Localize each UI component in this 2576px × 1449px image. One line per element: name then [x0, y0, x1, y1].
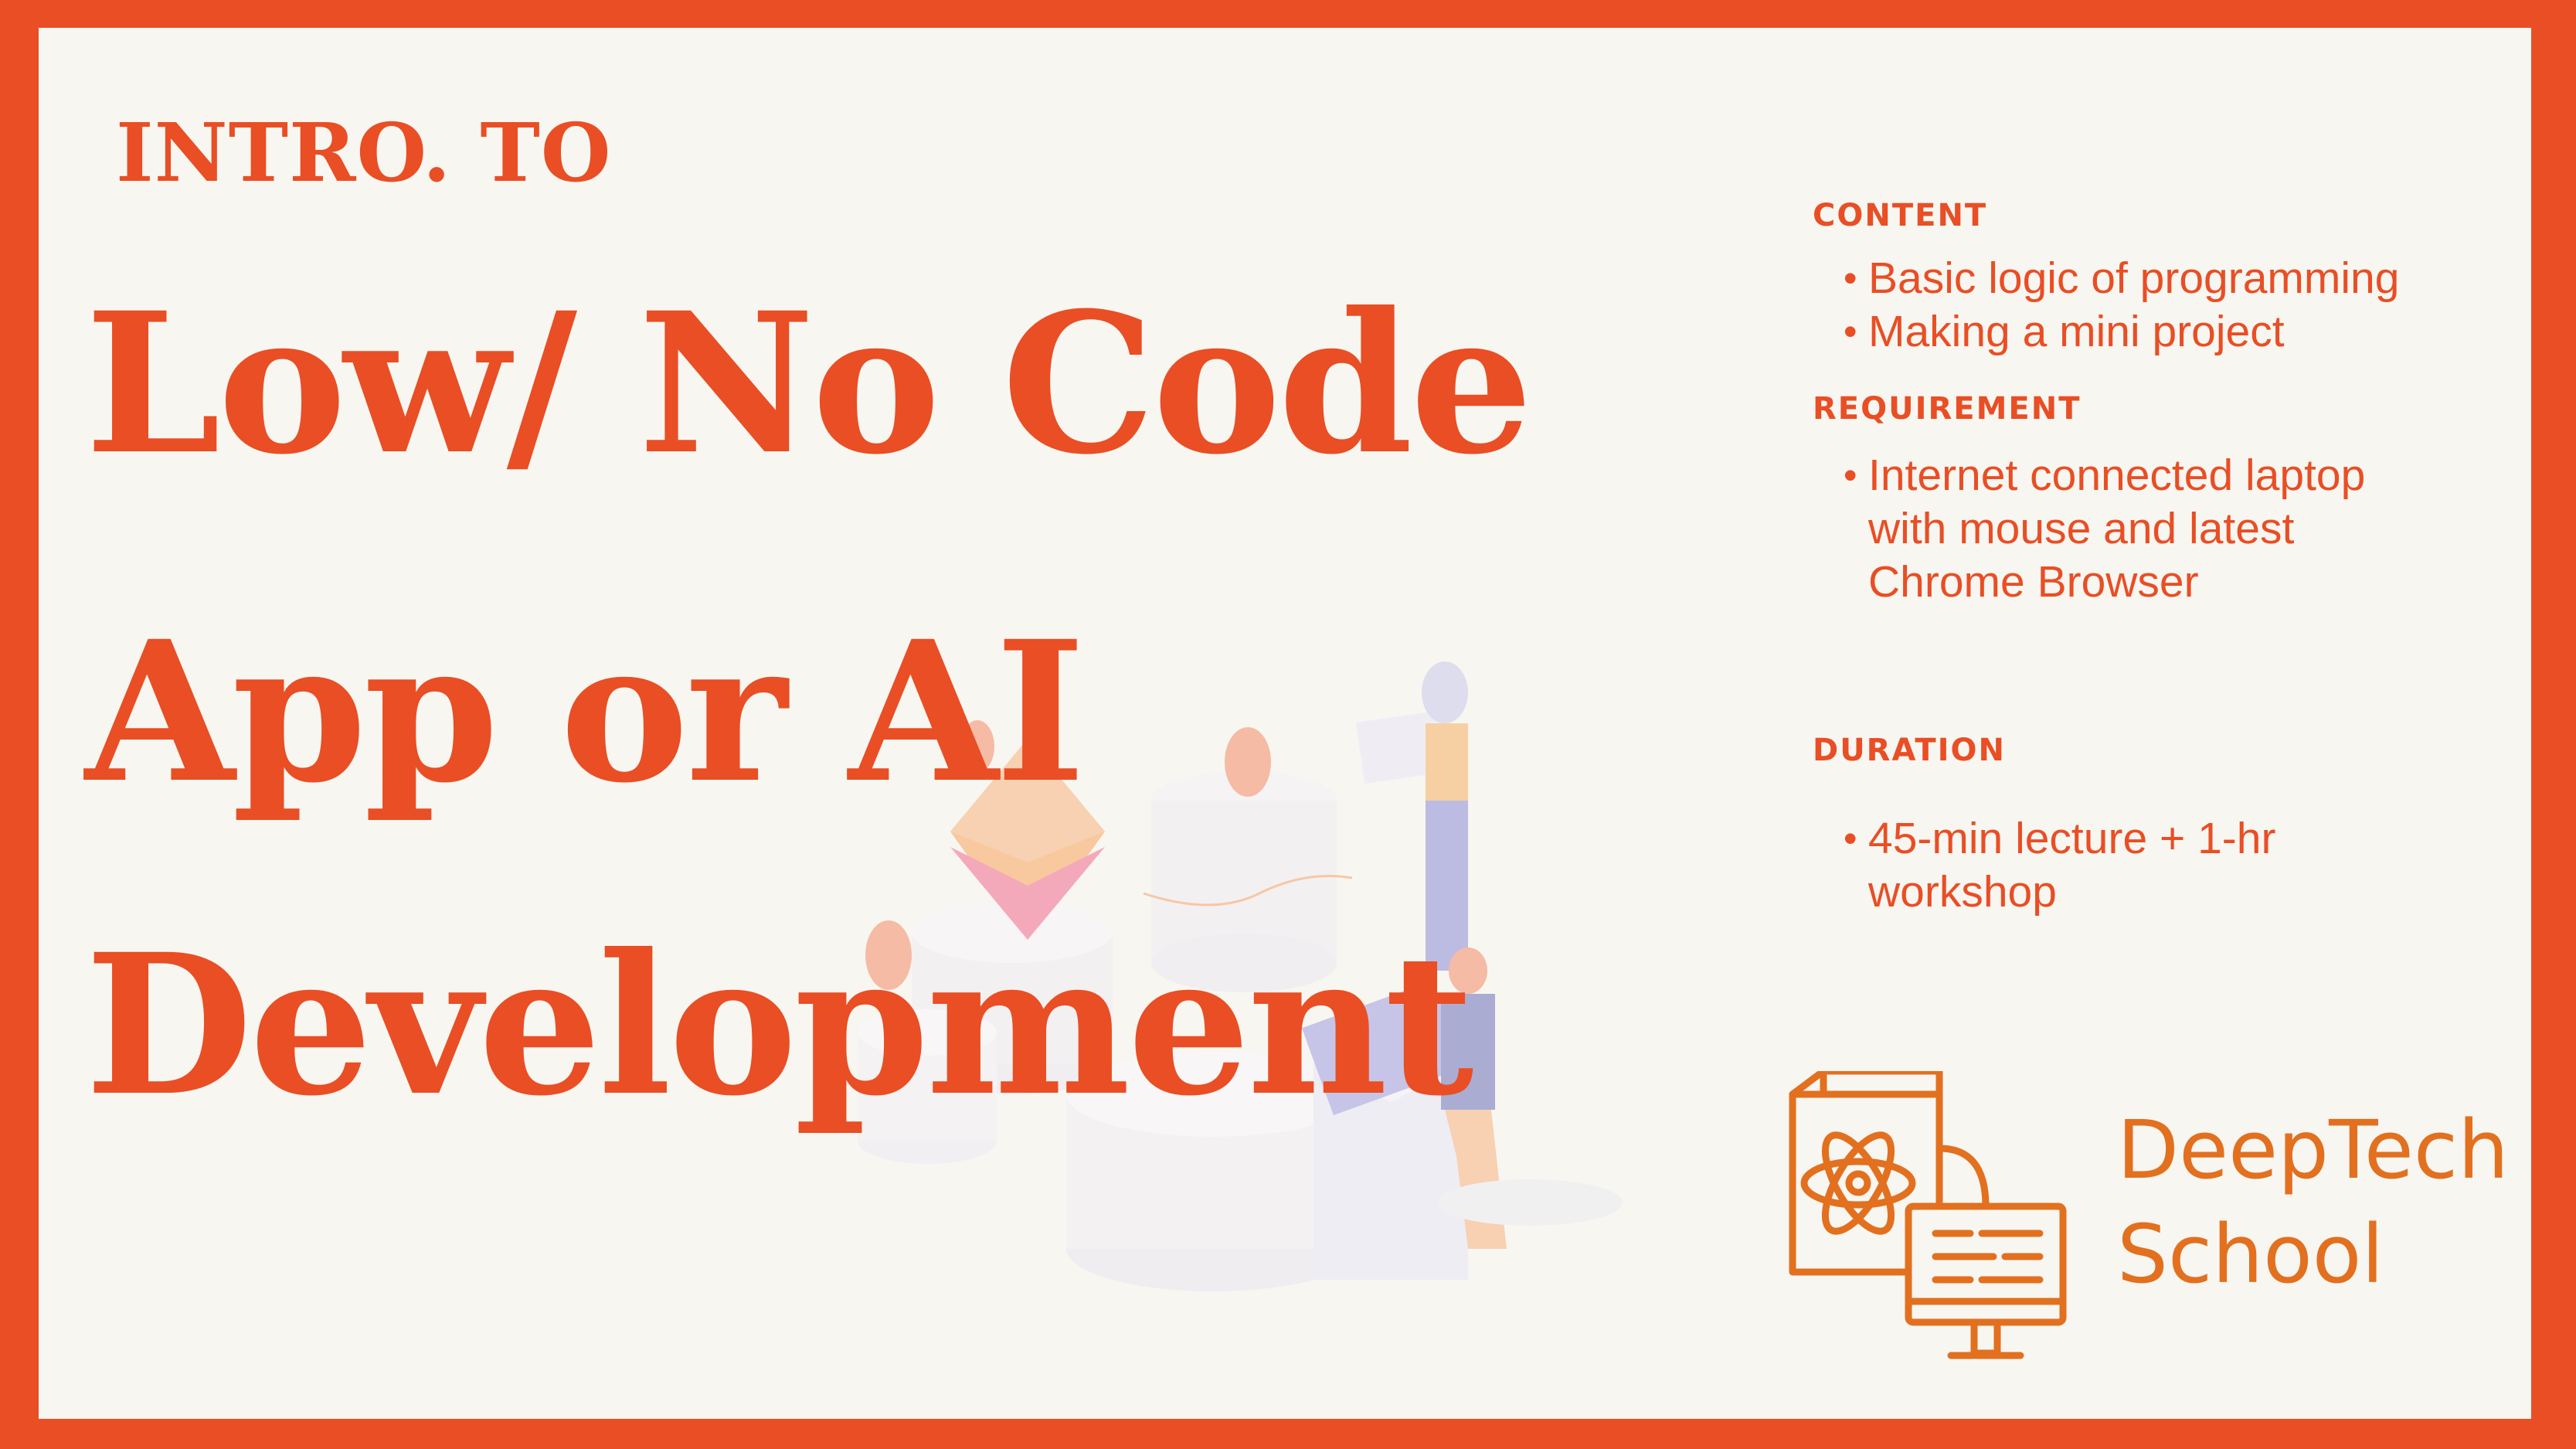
list-item: • Basic logic of programming	[1844, 252, 2399, 305]
logo-text-line-2: School	[2117, 1207, 2384, 1301]
poster-card: INTRO. TO Low/ No Code App or AI Develop…	[39, 28, 2531, 1419]
bullet-icon: •	[1844, 817, 1857, 860]
list-item-text: Basic logic of programming	[1868, 253, 2400, 303]
list-item-text: Making a mini project	[1868, 307, 2285, 356]
bullet-icon: •	[1844, 257, 1857, 300]
bullet-icon: •	[1844, 310, 1857, 353]
requirement-heading: REQUIREMENT	[1813, 391, 2082, 427]
list-item-text: Internet connected laptop with mouse and…	[1868, 451, 2366, 607]
duration-heading: DURATION	[1813, 733, 2006, 768]
logo-text-line-1: DeepTech	[2117, 1103, 2509, 1197]
list-item-text: 45-min lecture + 1-hr workshop	[1868, 814, 2276, 917]
atom-computer-icon	[1789, 1071, 2067, 1359]
requirement-list: • Internet connected laptop with mouse an…	[1844, 449, 2431, 609]
intro-kicker: INTRO. TO	[116, 105, 612, 200]
list-item: • Making a mini project	[1844, 305, 2399, 359]
title-line-2: App or AI	[85, 598, 1086, 825]
list-item: • 45-min lecture + 1-hr workshop	[1844, 812, 2323, 919]
content-list: • Basic logic of programming • Making a mi…	[1844, 252, 2399, 359]
title-line-3: Development	[85, 911, 1474, 1138]
bullet-icon: •	[1844, 454, 1857, 497]
list-item: • Internet connected laptop with mouse an…	[1844, 449, 2431, 609]
duration-list: • 45-min lecture + 1-hr workshop	[1844, 812, 2323, 919]
title-line-1: Low/ No Code	[85, 270, 1533, 497]
content-heading: CONTENT	[1813, 198, 1988, 233]
